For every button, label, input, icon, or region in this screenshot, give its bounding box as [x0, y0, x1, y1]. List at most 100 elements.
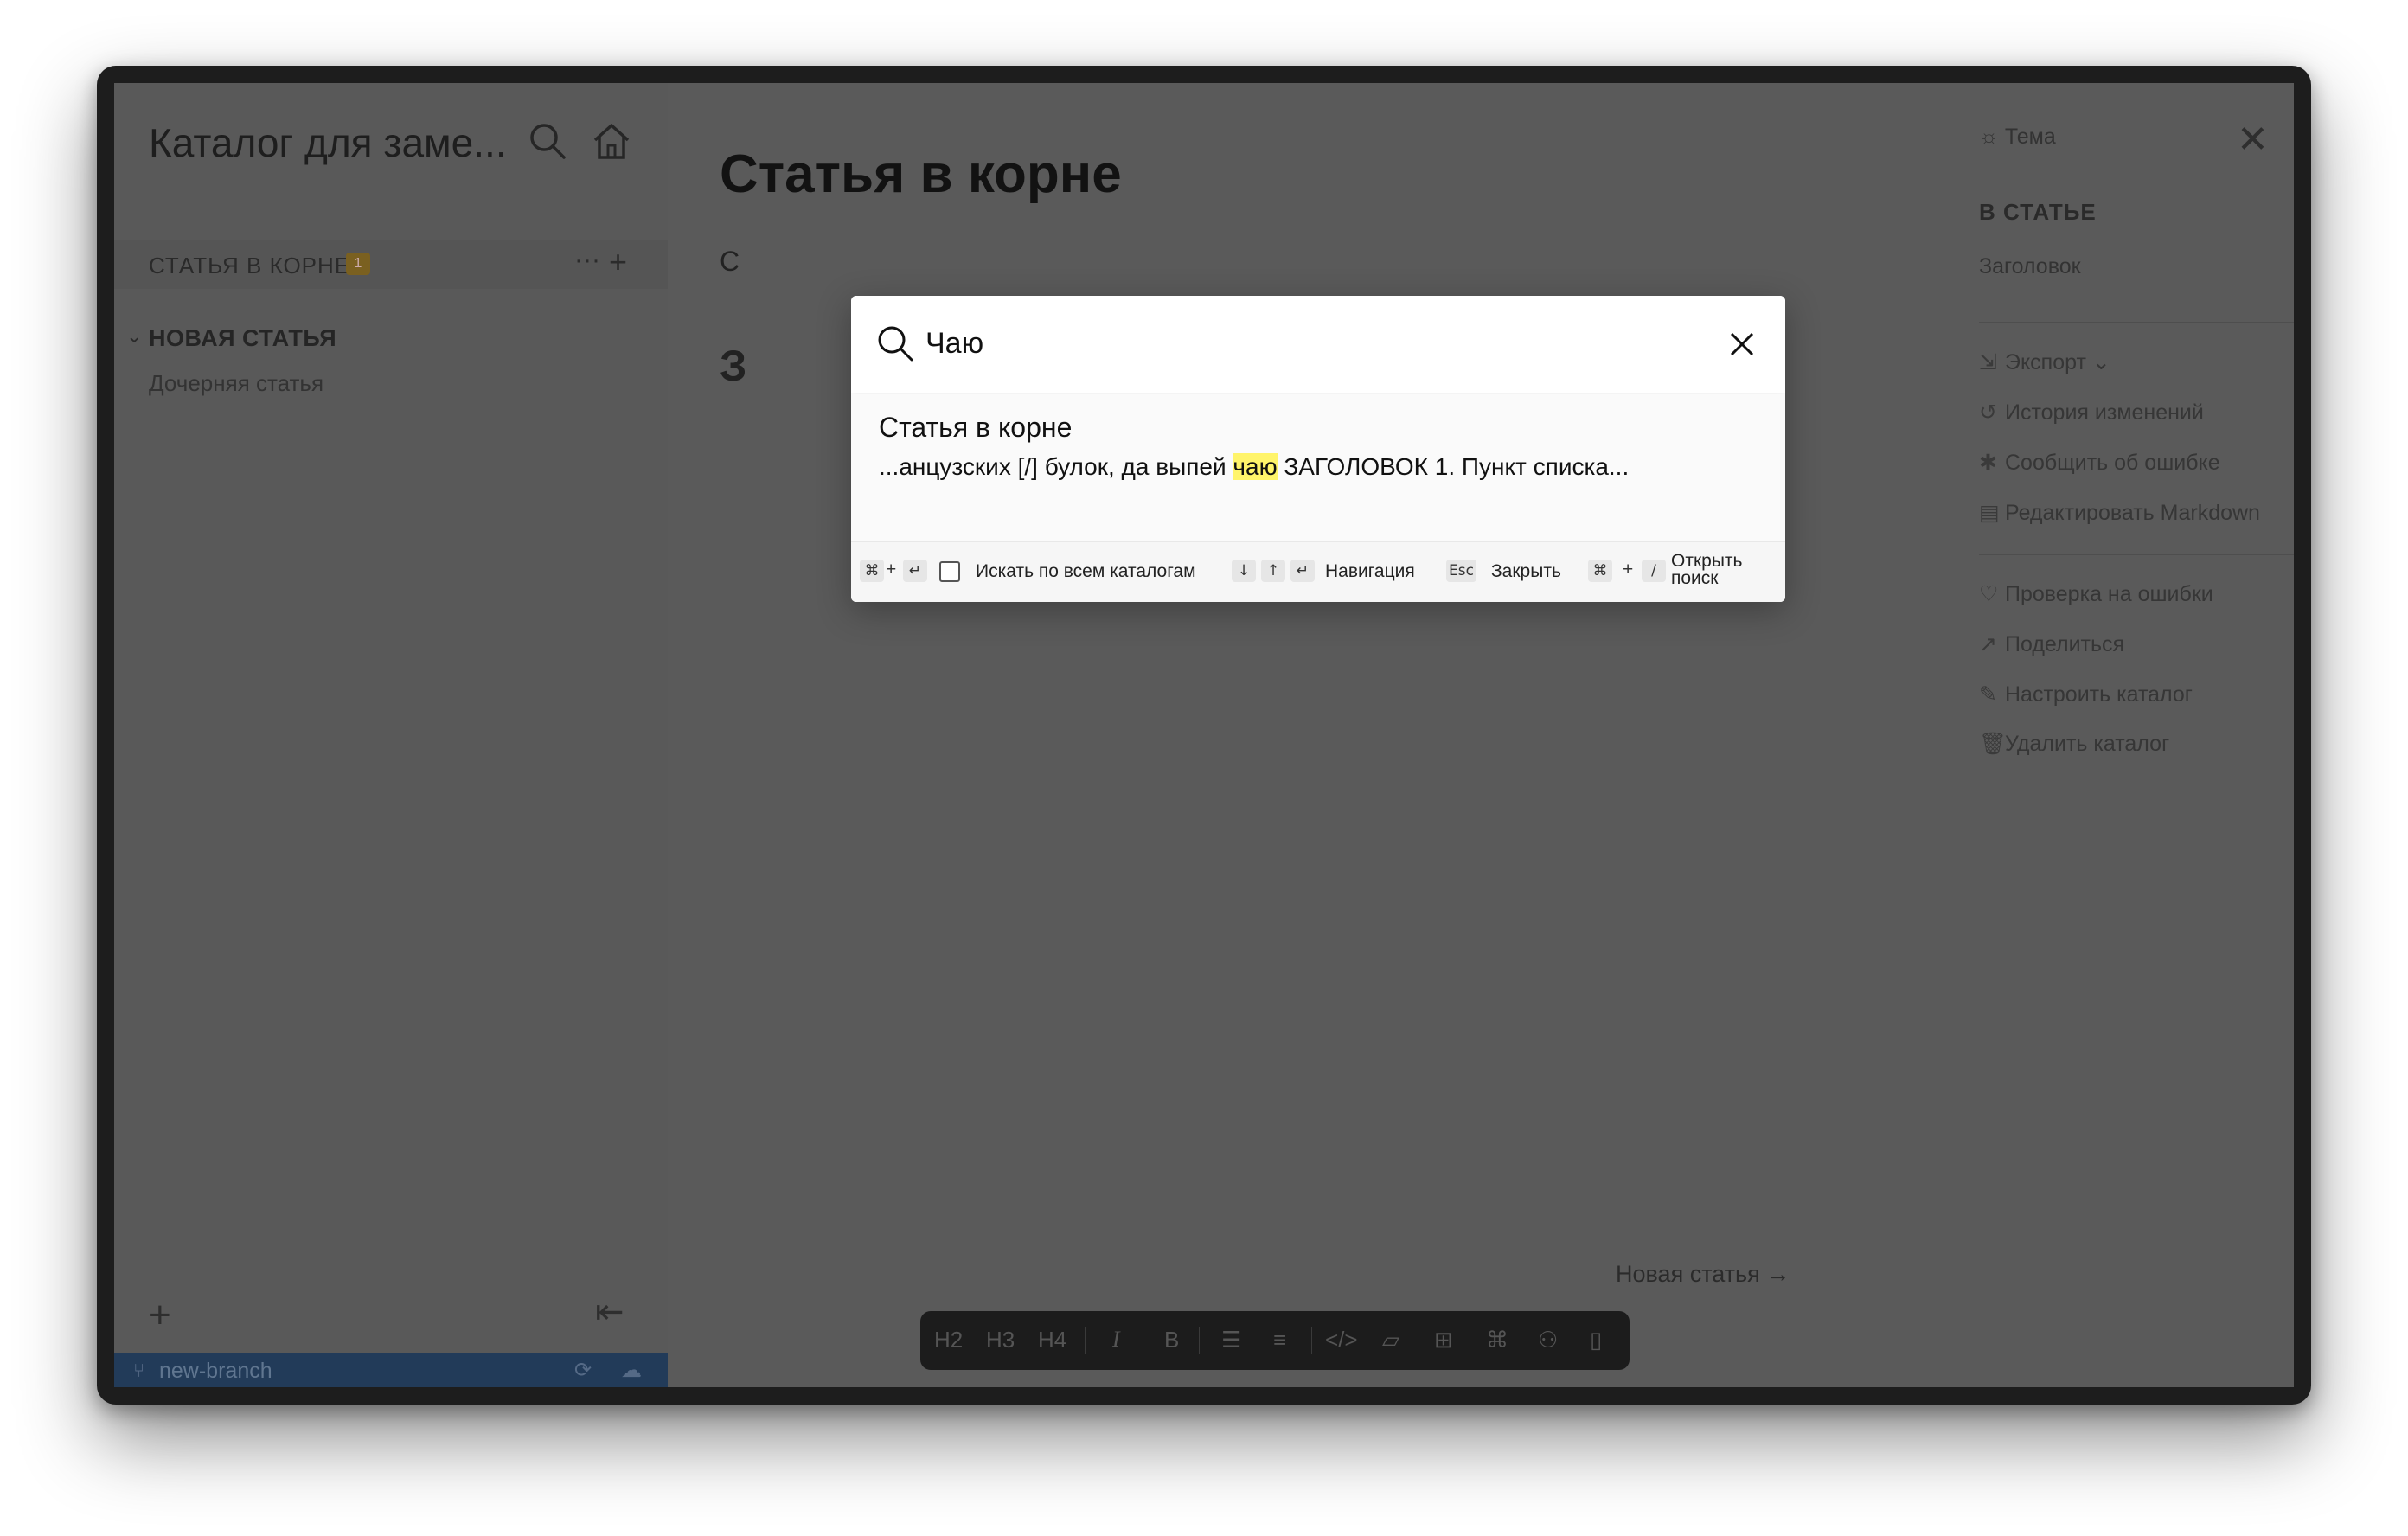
configure-catalog-item[interactable]: ✎ Настроить каталог — [1979, 682, 2193, 707]
snippet-text: ...анцузских [/] булок, да выпей — [879, 453, 1233, 480]
branch-icon: ⑂ — [133, 1360, 145, 1381]
sun-icon: ☼ — [1979, 125, 2005, 149]
enter-key-icon: ↵ — [903, 560, 927, 582]
graph-icon[interactable]: ⚇ — [1538, 1327, 1558, 1354]
open-search-label: Открыть поиск — [1671, 552, 1742, 588]
navigation-label: Навигация — [1325, 561, 1415, 581]
report-bug-item[interactable]: ✱ Сообщить об ошибке — [1979, 450, 2220, 476]
branch-bar[interactable]: ⑂ new-branch ⟳ ☁ — [114, 1353, 668, 1387]
sync-icon[interactable]: ⟳ — [574, 1358, 592, 1383]
configure-catalog-label: Настроить каталог — [2005, 682, 2193, 707]
open-search-label-line2: поиск — [1671, 568, 1719, 588]
bug-icon: ✱ — [1979, 451, 1997, 475]
collapse-sidebar-icon[interactable]: ⇤ — [595, 1292, 624, 1332]
h2-button[interactable]: H2 — [934, 1327, 963, 1354]
theme-label: Тема — [2004, 125, 2056, 149]
cmd-key-icon: ⌘ — [1588, 560, 1612, 582]
category-label: СТАТЬЯ В КОРНЕ — [149, 253, 351, 278]
export-menu[interactable]: ⇲ Экспорт ⌄ — [1979, 349, 2110, 375]
chevron-down-icon: ⌄ — [2085, 350, 2110, 374]
check-errors-label: Проверка на ошибки — [2005, 582, 2213, 606]
share-icon: ↗ — [1979, 632, 1997, 656]
arrow-up-key-icon: ↑ — [1261, 560, 1285, 582]
app-screen: Каталог для заме... СТАТЬЯ В КОРНЕ 1 ···… — [114, 83, 2294, 1387]
code-icon[interactable]: </> — [1325, 1327, 1358, 1354]
article-text: С — [720, 246, 740, 277]
delete-catalog-item[interactable]: 🗑Удалить каталог — [1979, 732, 2169, 757]
category-header[interactable]: СТАТЬЯ В КОРНЕ 1 ··· + — [114, 240, 668, 289]
history-item[interactable]: ↺ История изменений — [1979, 400, 2204, 426]
table-icon[interactable]: ⊞ — [1434, 1327, 1453, 1354]
add-article-icon[interactable]: + — [609, 244, 627, 280]
search-icon[interactable] — [526, 119, 569, 163]
toc-section-title: В СТАТЬЕ — [1979, 199, 2097, 225]
edit-markdown-item[interactable]: ▤ Редактировать Markdown — [1979, 500, 2260, 526]
search-row — [851, 296, 1785, 393]
toolbar-divider — [1085, 1327, 1086, 1354]
markdown-icon: ▤ — [1979, 501, 2000, 525]
app-window: Каталог для заме... СТАТЬЯ В КОРНЕ 1 ···… — [97, 66, 2311, 1405]
esc-key: Esc — [1446, 560, 1476, 582]
snippet-text: ЗАГОЛОВОК 1. Пункт списка... — [1277, 453, 1630, 480]
arrow-down-key-icon: ↓ — [1232, 560, 1256, 582]
catalog-title[interactable]: Каталог для заме... — [149, 119, 507, 166]
edit-markdown-label: Редактировать Markdown — [2005, 501, 2260, 525]
article-title: Статья в корне — [720, 144, 1122, 204]
italic-button[interactable]: I — [1112, 1327, 1120, 1353]
search-modal: Статья в корне ...анцузских [/] булок, д… — [851, 296, 1785, 602]
bold-button[interactable]: B — [1164, 1327, 1179, 1354]
toolbar-divider — [1311, 1327, 1312, 1354]
add-icon[interactable]: + — [149, 1294, 171, 1337]
home-icon[interactable] — [590, 119, 633, 163]
search-results: Статья в корне ...анцузских [/] булок, д… — [851, 394, 1785, 541]
right-panel: ☼ Тема В СТАТЬЕ Заголовок ⇲ Экспорт ⌄ ↺ Ис… — [1979, 83, 2294, 1387]
share-item[interactable]: ↗ Поделиться — [1979, 631, 2124, 657]
trash-icon: 🗑 — [1979, 732, 2007, 756]
clear-search-icon[interactable] — [1728, 330, 1756, 358]
toc-item[interactable]: Заголовок — [1979, 254, 2081, 279]
bulleted-list-icon[interactable]: ☰ — [1221, 1327, 1241, 1354]
divider — [1979, 322, 2294, 323]
diagram-icon[interactable]: ⌘ — [1486, 1327, 1508, 1354]
search-all-checkbox[interactable] — [939, 561, 960, 582]
note-icon[interactable]: ▱ — [1382, 1327, 1399, 1354]
report-bug-label: Сообщить об ошибке — [2005, 451, 2220, 475]
format-toolbar: H2 H3 H4 I B ☰ ≡ </> ▱ ⊞ ⌘ ⚇ ▯ — [920, 1311, 1630, 1370]
delete-catalog-label: Удалить каталог — [2005, 732, 2170, 756]
share-label: Поделиться — [2005, 632, 2125, 656]
next-article-link[interactable]: Новая статья → — [1616, 1261, 1790, 1288]
chevron-down-icon[interactable]: ⌄ — [126, 325, 142, 348]
search-icon — [878, 326, 913, 362]
close-icon[interactable]: ✕ — [2237, 118, 2269, 162]
check-errors-item[interactable]: ♡ Проверка на ошибки — [1979, 581, 2213, 607]
numbered-list-icon[interactable]: ≡ — [1273, 1327, 1286, 1354]
heart-icon: ♡ — [1979, 582, 1999, 606]
search-footer: ⌘ + ↵ Искать по всем каталогам ↓ ↑ ↵ Нав… — [851, 541, 1785, 602]
h3-button[interactable]: H3 — [986, 1327, 1015, 1354]
history-label: История изменений — [2005, 400, 2204, 425]
plus-sign: + — [886, 560, 897, 579]
edit-icon: ✎ — [1979, 682, 1997, 707]
more-icon[interactable]: ··· — [574, 246, 600, 275]
category-badge: 1 — [346, 253, 370, 275]
file-icon[interactable]: ▯ — [1590, 1327, 1602, 1354]
cloud-icon[interactable]: ☁ — [621, 1358, 642, 1383]
enter-key-icon: ↵ — [1290, 560, 1315, 582]
article-heading: З — [720, 342, 747, 390]
result-snippet: ...анцузских [/] булок, да выпей чаю ЗАГ… — [879, 453, 1629, 481]
theme-toggle[interactable]: ☼ Тема — [1979, 125, 2056, 150]
snippet-highlight: чаю — [1233, 453, 1278, 480]
search-input[interactable] — [925, 322, 1687, 365]
plus-sign: + — [1623, 560, 1634, 579]
h4-button[interactable]: H4 — [1038, 1327, 1066, 1354]
slash-key-icon: / — [1642, 560, 1666, 582]
tree-item-child[interactable]: Дочерняя статья — [149, 370, 323, 397]
search-all-label: Искать по всем каталогам — [976, 561, 1196, 581]
branch-label: new-branch — [159, 1359, 272, 1383]
divider — [1979, 554, 2294, 555]
tree-item-parent[interactable]: НОВАЯ СТАТЬЯ — [149, 325, 336, 352]
export-icon: ⇲ — [1979, 350, 1997, 374]
close-label: Закрыть — [1491, 561, 1561, 581]
export-label: Экспорт — [2005, 350, 2086, 374]
sidebar: Каталог для заме... СТАТЬЯ В КОРНЕ 1 ···… — [114, 83, 668, 1387]
